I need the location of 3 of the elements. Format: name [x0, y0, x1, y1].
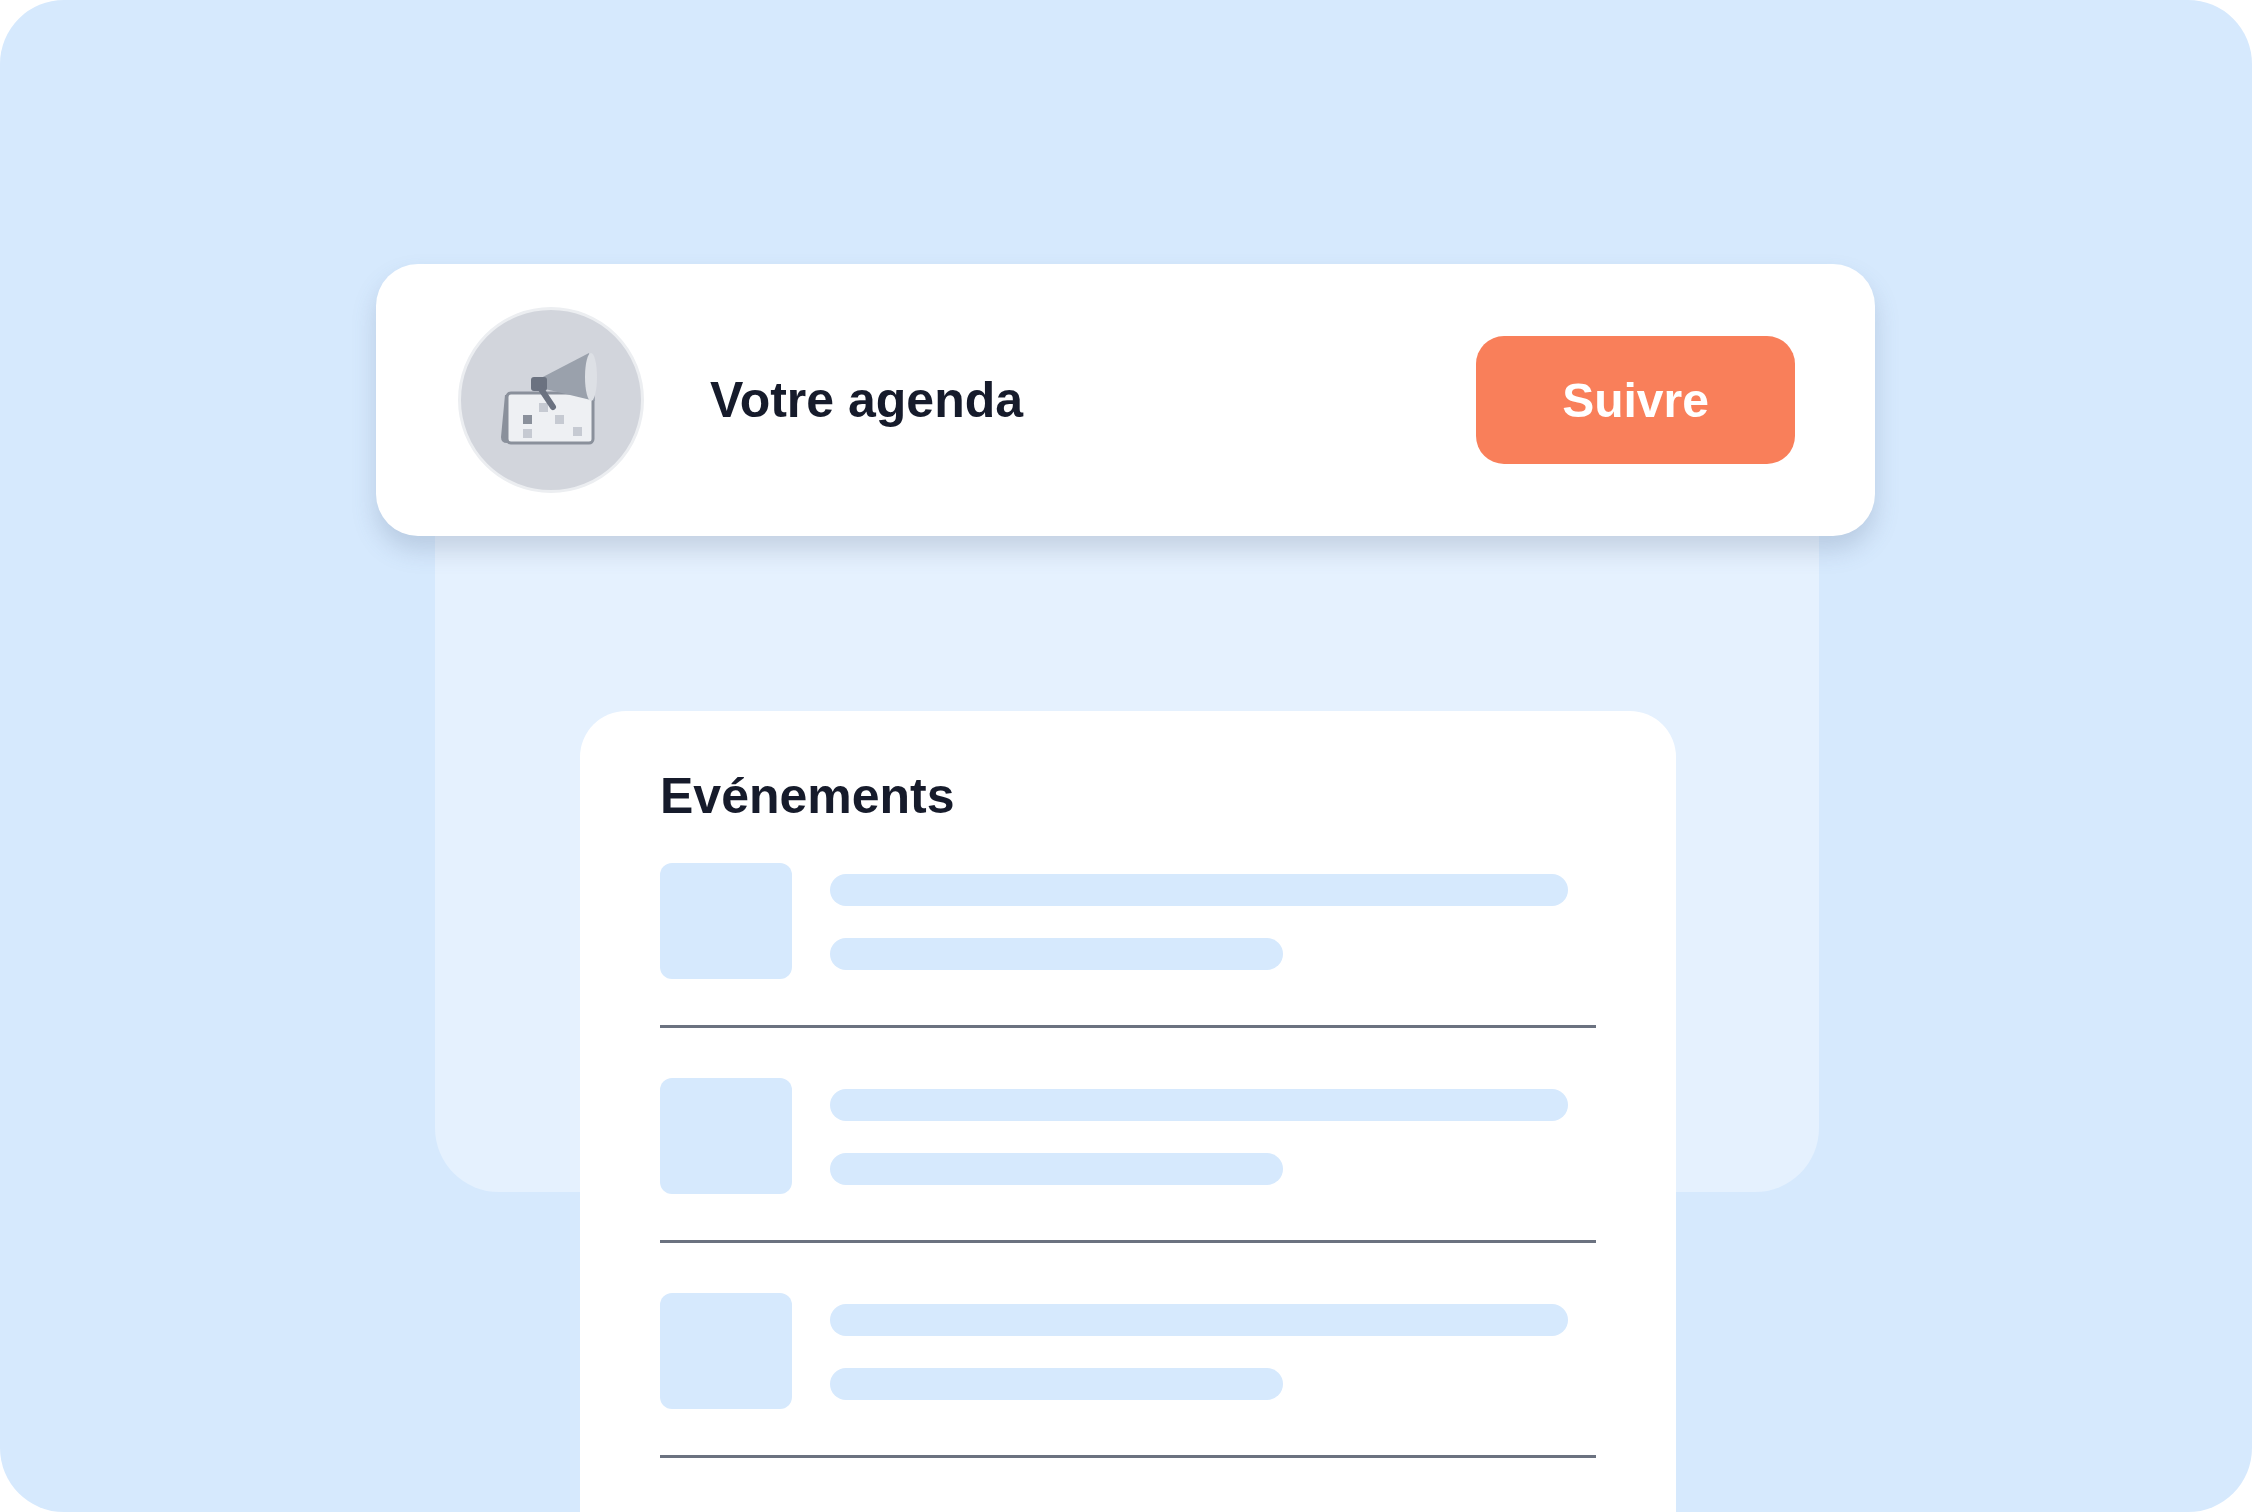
follow-button[interactable]: Suivre	[1476, 336, 1795, 464]
agenda-title: Votre agenda	[710, 371, 1025, 429]
events-title: Evénements	[660, 767, 956, 826]
